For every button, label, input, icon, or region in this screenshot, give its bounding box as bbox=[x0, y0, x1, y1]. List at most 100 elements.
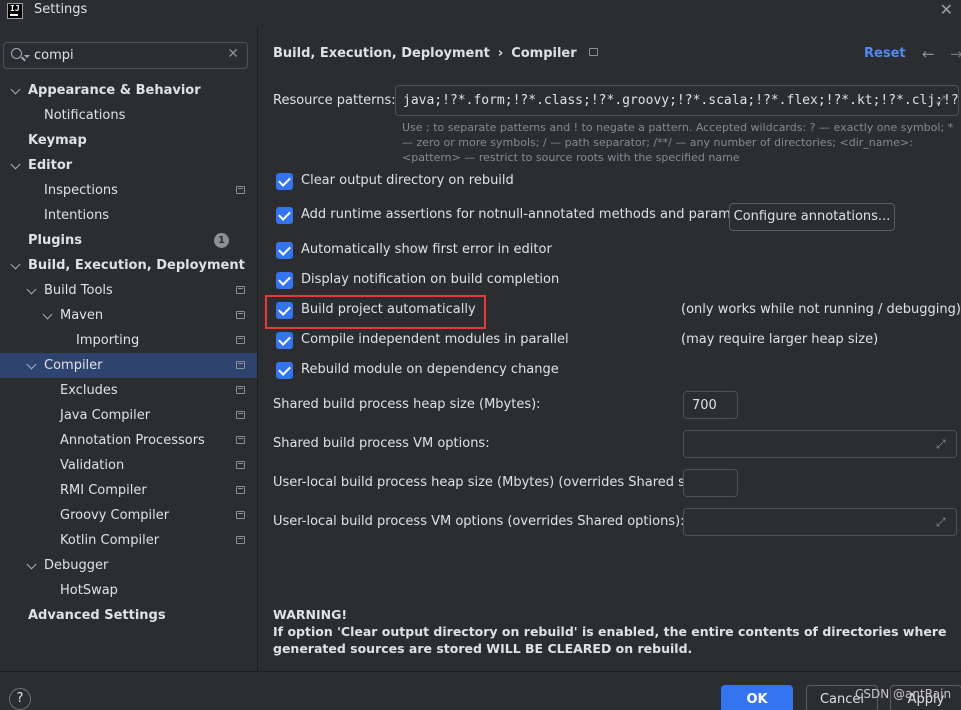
sidebar-item-keymap[interactable]: Keymap bbox=[0, 128, 257, 153]
build-notification-checkbox[interactable] bbox=[276, 272, 293, 289]
chevron-down-icon[interactable] bbox=[10, 259, 21, 270]
sidebar-item-notifications[interactable]: Notifications bbox=[0, 103, 257, 128]
build-automatically-checkbox[interactable] bbox=[276, 302, 293, 319]
shared-heap-label: Shared build process heap size (Mbytes): bbox=[273, 397, 541, 412]
sidebar-item-label: Java Compiler bbox=[60, 408, 151, 423]
sidebar-item-build-execution-deployment[interactable]: Build, Execution, Deployment bbox=[0, 253, 257, 278]
breadcrumb-separator: › bbox=[497, 46, 504, 61]
sidebar-item-label: HotSwap bbox=[60, 583, 118, 598]
close-icon[interactable]: ✕ bbox=[940, 0, 953, 19]
search-input[interactable] bbox=[34, 46, 214, 65]
runtime-assertions-checkbox[interactable] bbox=[276, 207, 293, 224]
warning-message: WARNING! If option 'Clear output directo… bbox=[273, 606, 953, 657]
project-scope-icon bbox=[236, 286, 245, 294]
option-label: Rebuild module on dependency change bbox=[301, 362, 559, 377]
sidebar-item-label: Compiler bbox=[44, 358, 103, 373]
user-heap-input[interactable] bbox=[683, 469, 738, 497]
sidebar-item-label: Importing bbox=[76, 333, 140, 348]
project-scope-icon bbox=[236, 436, 245, 444]
sidebar-item-java-compiler[interactable]: Java Compiler bbox=[0, 403, 257, 428]
search-icon[interactable] bbox=[11, 48, 22, 59]
sidebar-item-validation[interactable]: Validation bbox=[0, 453, 257, 478]
expand-icon[interactable]: ⤢ bbox=[936, 516, 949, 529]
project-scope-icon bbox=[236, 361, 245, 369]
chevron-down-icon[interactable] bbox=[10, 159, 21, 170]
resource-patterns-value: java;!?*.form;!?*.class;!?*.groovy;!?*.s… bbox=[403, 93, 959, 108]
expand-icon[interactable]: ⤢ bbox=[936, 438, 949, 451]
sidebar-item-hotswap[interactable]: HotSwap bbox=[0, 578, 257, 603]
option-label: Automatically show first error in editor bbox=[301, 242, 552, 257]
ok-button[interactable]: OK bbox=[721, 685, 793, 710]
shared-vm-input[interactable]: ⤢ bbox=[683, 430, 957, 458]
sidebar-item-label: Editor bbox=[28, 158, 73, 173]
shared-heap-input[interactable]: 700 bbox=[683, 391, 738, 419]
chevron-down-icon[interactable] bbox=[10, 84, 21, 95]
plugins-update-badge: 1 bbox=[214, 233, 229, 248]
sidebar-item-maven[interactable]: Maven bbox=[0, 303, 257, 328]
project-scope-icon bbox=[236, 186, 245, 194]
sidebar-item-label: Plugins bbox=[28, 233, 82, 248]
warning-title: WARNING! bbox=[273, 607, 348, 622]
user-heap-label: User-local build process heap size (Mbyt… bbox=[273, 475, 713, 490]
sidebar-item-debugger[interactable]: Debugger bbox=[0, 553, 257, 578]
sidebar-item-build-tools[interactable]: Build Tools bbox=[0, 278, 257, 303]
csdn-watermark: CSDN @antRain bbox=[855, 687, 952, 701]
sidebar-item-compiler[interactable]: Compiler bbox=[0, 353, 257, 378]
option-label: Compile independent modules in parallel bbox=[301, 332, 569, 347]
configure-annotations-button[interactable]: Configure annotations... bbox=[729, 203, 895, 231]
window-title: Settings bbox=[34, 2, 88, 17]
option-label: Add runtime assertions for notnull-annot… bbox=[301, 207, 765, 222]
search-options-chevron-icon[interactable] bbox=[24, 55, 30, 58]
sidebar-item-advanced-settings[interactable]: Advanced Settings bbox=[0, 603, 257, 628]
sidebar-item-label: Notifications bbox=[44, 108, 126, 123]
help-button[interactable]: ? bbox=[9, 688, 31, 710]
sidebar-item-excludes[interactable]: Excludes bbox=[0, 378, 257, 403]
project-scope-icon bbox=[236, 461, 245, 469]
sidebar-item-groovy-compiler[interactable]: Groovy Compiler bbox=[0, 503, 257, 528]
sidebar-item-annotation-processors[interactable]: Annotation Processors bbox=[0, 428, 257, 453]
sidebar-item-editor[interactable]: Editor bbox=[0, 153, 257, 178]
sidebar-item-appearance-behavior[interactable]: Appearance & Behavior bbox=[0, 78, 257, 103]
breadcrumb-parent[interactable]: Build, Execution, Deployment bbox=[273, 46, 490, 61]
clear-output-checkbox[interactable] bbox=[276, 173, 293, 190]
expand-icon[interactable]: ⤢ bbox=[936, 94, 949, 107]
clear-search-icon[interactable]: ✕ bbox=[227, 46, 239, 62]
breadcrumb: Build, Execution, Deployment › Compiler bbox=[273, 46, 598, 61]
breadcrumb-current: Compiler bbox=[511, 46, 577, 61]
warning-text: If option 'Clear output directory on reb… bbox=[273, 624, 947, 656]
user-vm-input[interactable]: ⤢ bbox=[683, 508, 957, 536]
project-scope-icon bbox=[236, 411, 245, 419]
sidebar-item-label: Advanced Settings bbox=[28, 608, 166, 623]
sidebar-item-label: Intentions bbox=[44, 208, 110, 223]
sidebar-item-importing[interactable]: Importing bbox=[0, 328, 257, 353]
resource-patterns-input[interactable]: java;!?*.form;!?*.class;!?*.groovy;!?*.s… bbox=[395, 85, 959, 116]
sidebar-item-intentions[interactable]: Intentions bbox=[0, 203, 257, 228]
project-scope-icon bbox=[588, 48, 598, 56]
chevron-down-icon[interactable] bbox=[26, 559, 37, 570]
search-box[interactable]: ✕ bbox=[3, 42, 248, 69]
project-scope-icon bbox=[236, 386, 245, 394]
rebuild-dependency-checkbox[interactable] bbox=[276, 362, 293, 379]
show-first-error-checkbox[interactable] bbox=[276, 242, 293, 259]
sidebar-item-label: Annotation Processors bbox=[60, 433, 205, 448]
forward-arrow-icon[interactable]: → bbox=[950, 45, 961, 63]
chevron-down-icon[interactable] bbox=[26, 359, 37, 370]
compile-parallel-checkbox[interactable] bbox=[276, 332, 293, 349]
sidebar-item-rmi-compiler[interactable]: RMI Compiler bbox=[0, 478, 257, 503]
sidebar-item-label: Groovy Compiler bbox=[60, 508, 170, 523]
chevron-down-icon[interactable] bbox=[26, 284, 37, 295]
chevron-down-icon[interactable] bbox=[42, 309, 53, 320]
sidebar-item-label: Keymap bbox=[28, 133, 87, 148]
option-label: Build project automatically bbox=[301, 302, 476, 317]
sidebar-item-label: Validation bbox=[60, 458, 125, 473]
sidebar-item-inspections[interactable]: Inspections bbox=[0, 178, 257, 203]
sidebar-item-plugins[interactable]: Plugins 1 bbox=[0, 228, 257, 253]
sidebar-item-kotlin-compiler[interactable]: Kotlin Compiler bbox=[0, 528, 257, 553]
dialog-footer: ? OK Cancel Apply bbox=[0, 671, 961, 710]
sidebar-item-label: RMI Compiler bbox=[60, 483, 147, 498]
compile-parallel-note: (may require larger heap size) bbox=[681, 332, 879, 347]
back-arrow-icon[interactable]: ← bbox=[922, 45, 935, 63]
option-label: Clear output directory on rebuild bbox=[301, 173, 514, 188]
reset-link[interactable]: Reset bbox=[864, 46, 906, 61]
build-automatically-note: (only works while not running / debuggin… bbox=[681, 302, 961, 317]
